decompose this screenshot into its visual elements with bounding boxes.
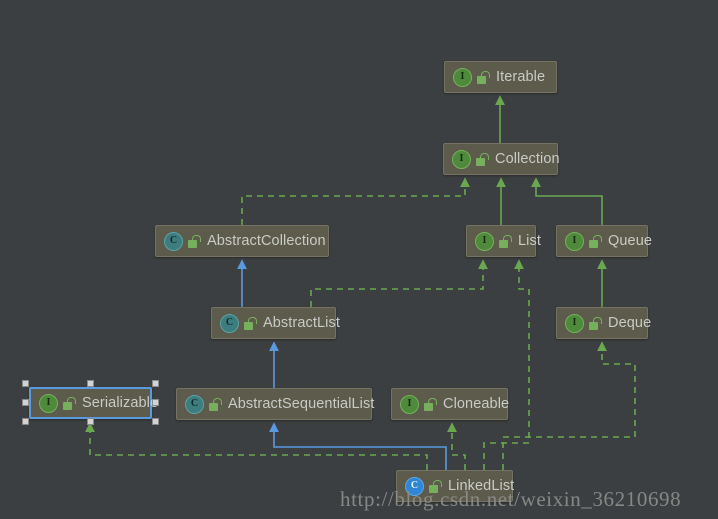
node-abstract-list[interactable]: C AbstractList [211,307,340,339]
selection-handle-sw[interactable] [22,418,29,425]
interface-icon: I [453,67,472,87]
node-abstract-collection[interactable]: C AbstractCollection [155,225,329,257]
node-queue[interactable]: I Queue [556,225,652,257]
selection-handle-ne[interactable] [152,380,159,387]
node-label: AbstractList [263,315,340,331]
edge-abstractcollection-to-collection [241,177,470,225]
lock-icon [188,234,201,248]
edge-linkedlist-to-abstractsequentiallist [269,422,447,470]
interface-icon: I [452,149,471,169]
lock-icon [209,397,222,411]
interface-icon: I [565,231,584,251]
lock-icon [477,70,490,84]
interface-icon: I [475,231,494,251]
lock-icon [244,316,257,330]
node-label: AbstractCollection [207,233,326,249]
interface-icon: I [400,394,419,414]
node-abstract-sequential-list[interactable]: C AbstractSequentialList [176,388,375,420]
node-list[interactable]: I List [466,225,541,257]
class-icon: C [185,394,204,414]
interface-icon: I [39,393,58,413]
interface-icon: I [565,313,584,333]
selection-handle-e[interactable] [152,399,159,406]
node-label: AbstractSequentialList [228,396,375,412]
node-label: Iterable [496,69,546,85]
node-deque[interactable]: I Deque [556,307,652,339]
node-label: List [518,233,541,249]
edge-linkedlist-to-cloneable [447,422,466,470]
node-label: Collection [495,151,560,167]
node-label: Serializable [82,395,159,411]
lock-icon [424,397,437,411]
node-label: Queue [608,233,653,249]
edge-linkedlist-to-deque [502,341,636,470]
edge-queue-to-collection [531,177,603,225]
edge-abstractlist-to-list [310,259,488,307]
selection-handle-se[interactable] [152,418,159,425]
lock-icon [476,152,489,166]
node-cloneable[interactable]: I Cloneable [391,388,510,420]
node-collection[interactable]: I Collection [443,143,560,175]
node-serializable[interactable]: I Serializable [29,387,158,419]
lock-icon [589,316,602,330]
node-iterable[interactable]: I Iterable [444,61,557,93]
watermark-text: http://blog.csdn.net/weixin_36210698 [340,487,682,511]
selection-handle-s[interactable] [87,418,94,425]
selection-handle-n[interactable] [87,380,94,387]
lock-icon [589,234,602,248]
class-icon: C [164,231,183,251]
lock-icon [63,396,76,410]
lock-icon [499,234,512,248]
edge-layer [85,95,636,470]
node-label: Deque [608,315,652,331]
class-icon: C [220,313,239,333]
edge-linkedlist-to-serializable [85,422,428,470]
diagram-canvas[interactable]: I Iterable I Collection C AbstractCollec… [0,0,718,519]
edge-linkedlist-to-list [483,259,530,470]
node-label: Cloneable [443,396,510,412]
selection-handle-w[interactable] [22,399,29,406]
selection-handle-nw[interactable] [22,380,29,387]
